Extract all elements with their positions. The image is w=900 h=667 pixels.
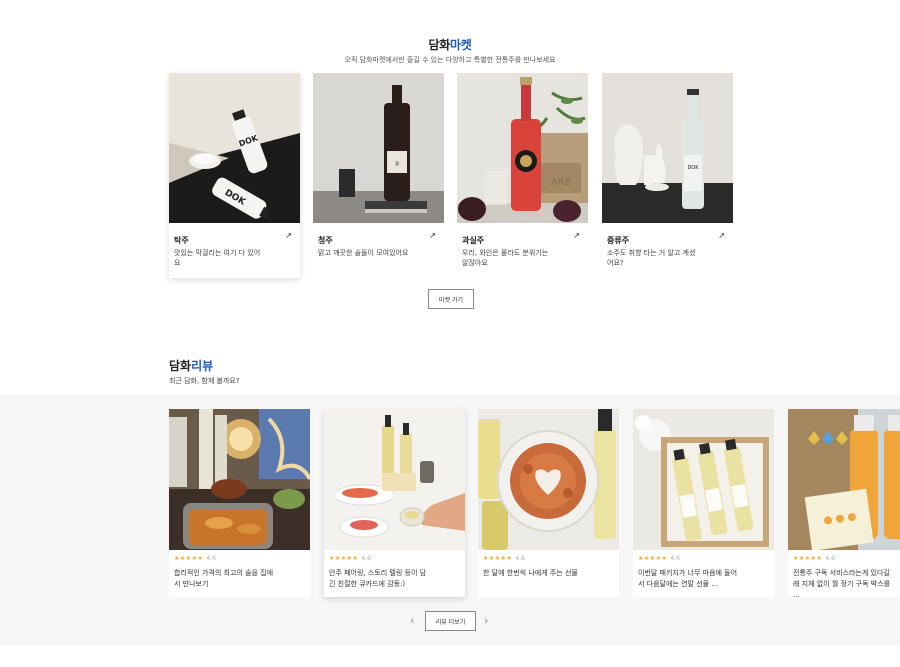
category-desc: 맛있는 막걸리는 여기 다 있어요 bbox=[174, 249, 261, 267]
review-rating: ★★★★★ 4.6 bbox=[793, 555, 835, 562]
rating-score: 4.6 bbox=[206, 555, 216, 562]
category-name: 과실주 bbox=[462, 236, 485, 245]
category-card-fruit-wine[interactable]: ARE 과실주 ↗ 우리, 와인은 몰라도 분위기는 알잖아요 bbox=[457, 73, 588, 278]
review-title-accent: 리뷰 bbox=[191, 359, 214, 373]
category-card-cheongju[interactable]: 酒 청주 ↗ 맑고 깨끗한 술들이 모여있어요 bbox=[313, 73, 444, 278]
review-image bbox=[633, 409, 774, 550]
rating-score: 4.6 bbox=[825, 555, 835, 562]
category-name: 청주 bbox=[318, 236, 333, 245]
review-text: 안주 페어링, 스토리 텔링 등이 담긴 친절한 큐카드에 감동:) bbox=[329, 569, 427, 588]
svg-text:酒: 酒 bbox=[395, 160, 399, 166]
category-desc: 맑고 깨끗한 술들이 모여있어요 bbox=[318, 249, 409, 257]
category-name: 탁주 bbox=[174, 236, 189, 245]
review-card[interactable]: ★★★★★ 4.6 합리적인 가격의 최고의 술을 집에서 만나보기 bbox=[169, 409, 310, 597]
review-image bbox=[478, 409, 619, 550]
review-text: 합리적인 가격의 최고의 술을 집에서 만나보기 bbox=[174, 569, 274, 588]
arrow-up-right-icon: ↗ bbox=[285, 231, 292, 240]
review-card[interactable]: ★★★★★ 4.6 이번달 패키지가 너무 마음에 들어서 다음달에는 연말 선물… bbox=[633, 409, 774, 597]
rating-score: 4.6 bbox=[361, 555, 371, 562]
market-go-button[interactable]: 마켓 가기 bbox=[428, 289, 474, 309]
category-name: 증류주 bbox=[607, 236, 630, 245]
category-image-cheongju: 酒 bbox=[313, 73, 444, 223]
category-image-takju: DOK DOK bbox=[169, 73, 300, 223]
review-more-button[interactable]: 리뷰 더보기 bbox=[425, 611, 476, 631]
market-subtitle: 오직 담화마켓에서만 즐길 수 있는 다양하고 특별한 전통주를 만나보세요 bbox=[344, 56, 556, 64]
review-card[interactable]: ★★★★★ 4.6 한 달에 한번씩 나에게 주는 선물 bbox=[478, 409, 619, 597]
review-image bbox=[324, 409, 465, 550]
review-image bbox=[788, 409, 900, 550]
review-title-prefix: 담화 bbox=[169, 359, 192, 373]
market-title-accent: 마켓 bbox=[450, 38, 472, 52]
review-card[interactable]: ★★★★★ 4.6 안주 페어링, 스토리 텔링 등이 담긴 친절한 큐카드에 감… bbox=[324, 409, 465, 597]
review-text: 이번달 패키지가 너무 마음에 들어서 다음달에는 연말 선물 ... bbox=[638, 569, 738, 588]
category-desc: 소주도 취향 타는 거 알고 계셨어요? bbox=[607, 249, 696, 267]
rating-score: 4.6 bbox=[670, 555, 680, 562]
arrow-up-right-icon: ↗ bbox=[573, 231, 580, 240]
chevron-left-icon[interactable]: ‹ bbox=[410, 614, 414, 627]
review-rating: ★★★★★ 4.6 bbox=[329, 555, 371, 562]
rating-score: 4.6 bbox=[515, 555, 525, 562]
review-subtitle: 최근 담화, 함께 볼까요? bbox=[169, 377, 240, 385]
star-icons: ★★★★★ bbox=[174, 555, 204, 562]
review-text: 한 달에 한번씩 나에게 주는 선물 bbox=[483, 569, 578, 577]
review-rating: ★★★★★ 4.6 bbox=[483, 555, 525, 562]
star-icons: ★★★★★ bbox=[483, 555, 513, 562]
review-image bbox=[169, 409, 310, 550]
market-title: 담화마켓 bbox=[0, 36, 900, 53]
market-title-prefix: 담화 bbox=[428, 38, 451, 52]
category-desc: 우리, 와인은 몰라도 분위기는 알잖아요 bbox=[462, 249, 549, 267]
svg-text:ARE: ARE bbox=[551, 177, 571, 188]
review-title: 담화리뷰 bbox=[169, 357, 213, 374]
arrow-up-right-icon: ↗ bbox=[718, 231, 725, 240]
category-card-takju[interactable]: DOK DOK 탁주 ↗ 맛있는 막걸리는 여기 다 있어요 bbox=[169, 73, 300, 278]
review-text: 전통주 구독 서비스라는게 있다길래 지체 없이 월 정기 구독 박스를 ... bbox=[793, 569, 891, 597]
chevron-right-icon[interactable]: › bbox=[484, 614, 488, 627]
category-card-distilled[interactable]: DOK 증류주 ↗ 소주도 취향 타는 거 알고 계셨어요? bbox=[602, 73, 733, 278]
review-rating: ★★★★★ 4.6 bbox=[638, 555, 680, 562]
category-image-distilled: DOK bbox=[602, 73, 733, 223]
star-icons: ★★★★★ bbox=[793, 555, 823, 562]
star-icons: ★★★★★ bbox=[638, 555, 668, 562]
svg-text:DOK: DOK bbox=[687, 165, 699, 171]
star-icons: ★★★★★ bbox=[329, 555, 359, 562]
category-image-fruit-wine: ARE bbox=[457, 73, 588, 223]
review-rating: ★★★★★ 4.6 bbox=[174, 555, 216, 562]
arrow-up-right-icon: ↗ bbox=[429, 231, 436, 240]
review-card[interactable]: ★★★★★ 4.6 전통주 구독 서비스라는게 있다길래 지체 없이 월 정기 구… bbox=[788, 409, 900, 597]
